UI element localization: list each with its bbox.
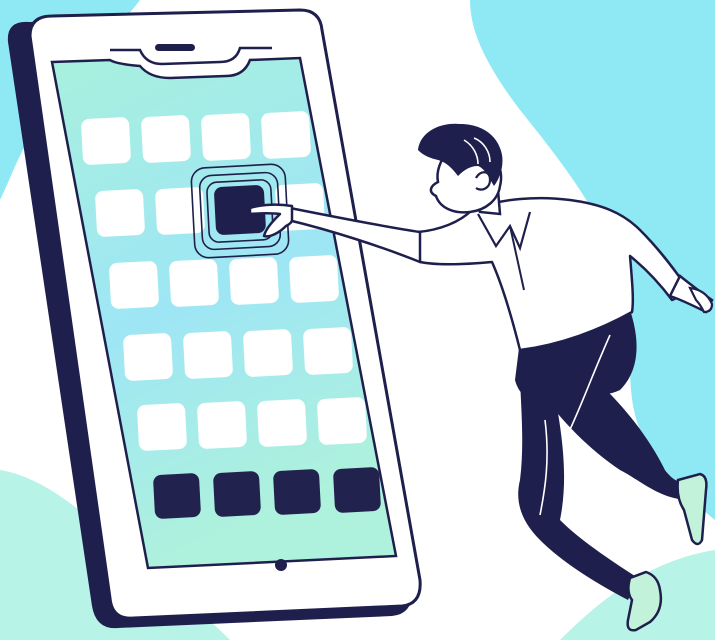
app-icon[interactable] [261,111,311,159]
app-icon[interactable] [141,115,191,163]
app-icon[interactable] [201,113,251,161]
dock-app-icon[interactable] [153,473,201,519]
app-icon[interactable] [123,333,173,381]
app-icon[interactable] [289,255,339,303]
app-icon[interactable] [109,261,159,309]
dock-app-icon[interactable] [333,467,381,513]
back-shoe [676,472,708,546]
app-icon[interactable] [303,327,353,375]
dock-app-icon[interactable] [213,471,261,517]
app-icon[interactable] [183,331,233,379]
phone-speaker [155,44,195,51]
home-button[interactable] [275,559,287,571]
app-icon[interactable] [197,401,247,449]
app-icon[interactable] [137,403,187,451]
dock-app-icon[interactable] [273,469,321,515]
app-icon[interactable] [243,329,293,377]
app-icon[interactable] [81,117,131,165]
illustration [0,0,715,640]
app-icon[interactable] [317,397,367,445]
app-icon[interactable] [169,259,219,307]
ear [475,171,492,191]
app-icon[interactable] [95,189,145,237]
app-icon[interactable] [229,257,279,305]
app-icon[interactable] [257,399,307,447]
app-icon[interactable] [155,187,205,235]
illustration-svg [0,0,715,640]
